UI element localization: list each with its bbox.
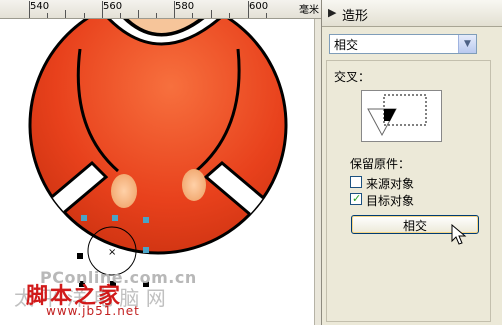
selection-handle[interactable] [143, 247, 149, 253]
center-mark: × [108, 247, 116, 258]
checkmark-icon: ✓ [352, 192, 362, 205]
docker-header[interactable]: ▶ 造形 [322, 0, 502, 27]
node-handle[interactable] [77, 253, 83, 259]
body-circle[interactable] [28, 19, 288, 255]
intersection-shape [384, 109, 396, 121]
source-object-checkbox[interactable] [350, 176, 362, 188]
target-object-checkbox[interactable]: ✓ [350, 192, 362, 205]
ruler-label: 540 [30, 1, 50, 12]
ruler-label: 580 [175, 1, 195, 12]
ruler-tick [29, 1, 30, 18]
shaping-docker: ▶ 造形 相交 ▼ 交叉： 保留原件： 来源对象 ✓ 目标对象 相交 [321, 0, 502, 325]
selection-handle[interactable] [143, 217, 149, 223]
ruler-minor-tick [65, 10, 66, 18]
mouse-cursor-icon [451, 224, 467, 245]
ruler-minor-tick [47, 13, 48, 18]
watermark-url: www.jb51.net [46, 304, 140, 318]
chevron-down-icon[interactable]: ▼ [458, 35, 476, 53]
docker-title: 造形 [342, 9, 369, 24]
keep-originals-label: 保留原件： [350, 157, 411, 171]
ruler-minor-tick [84, 13, 85, 18]
intersect-label: 交叉： [334, 70, 371, 84]
ruler-minor-tick [156, 13, 157, 18]
collapse-arrow-icon[interactable]: ▶ [328, 6, 336, 19]
ruler-label: 600 [249, 1, 269, 12]
selection-handle[interactable] [81, 215, 87, 221]
source-object-label: 来源对象 [366, 177, 415, 191]
target-object-label: 目标对象 [366, 194, 415, 208]
intersect-preview-graphic [367, 94, 427, 137]
ruler-tick [248, 1, 249, 18]
select-value: 相交 [334, 38, 359, 52]
ruler-minor-tick [211, 10, 212, 18]
shaping-mode-select[interactable]: 相交 ▼ [329, 34, 477, 54]
left-hand [111, 174, 137, 208]
horizontal-ruler[interactable]: 540 560 580 600 毫米 [0, 0, 321, 19]
ruler-minor-tick [120, 13, 121, 18]
ruler-minor-tick [229, 13, 230, 18]
ruler-unit: 毫米 [299, 5, 319, 16]
selection-handle[interactable] [112, 215, 118, 221]
ruler-minor-tick [138, 10, 139, 18]
ruler-tick [174, 1, 175, 18]
right-hand [182, 169, 206, 201]
ruler-minor-tick [266, 13, 267, 18]
intersect-preview [361, 90, 442, 142]
ruler-label: 560 [103, 1, 123, 12]
ruler-minor-tick [192, 13, 193, 18]
ruler-tick [102, 1, 103, 18]
